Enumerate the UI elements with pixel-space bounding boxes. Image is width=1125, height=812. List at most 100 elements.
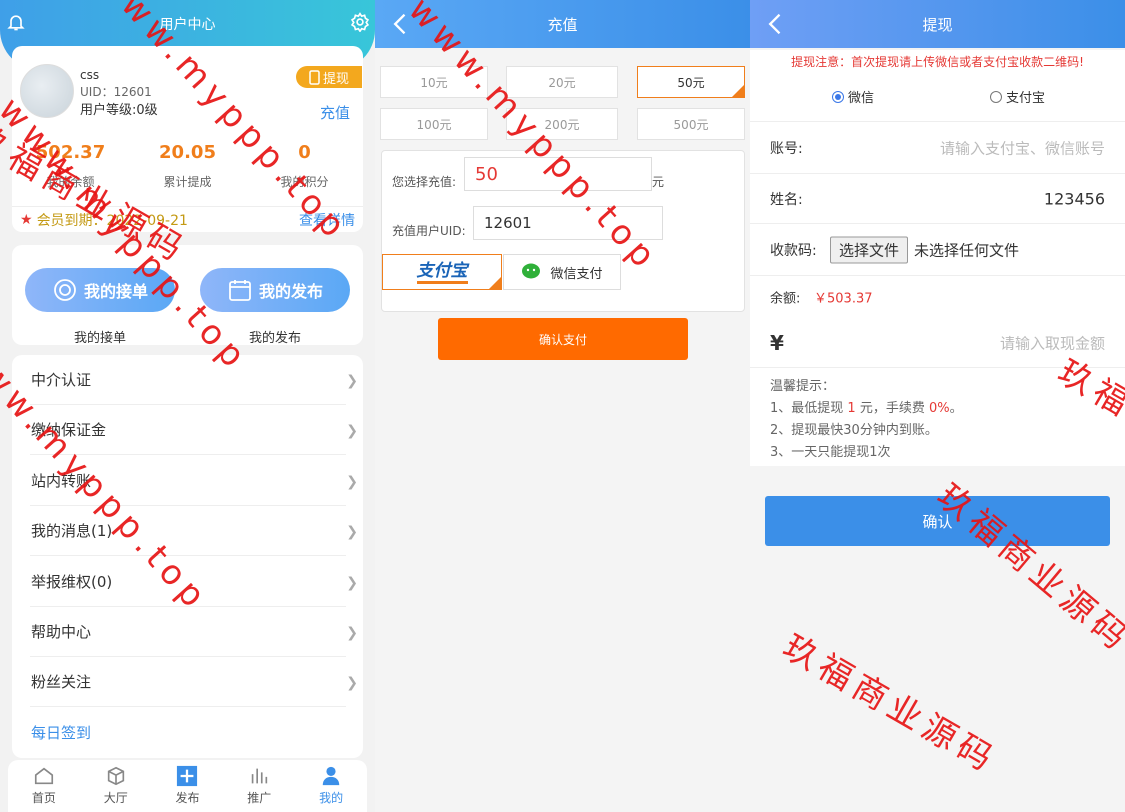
stat-commission[interactable]: 20.05 累计提成: [129, 142, 246, 190]
chevron-right-icon: ❯: [346, 625, 358, 641]
plus-icon: [177, 765, 198, 787]
withdraw-panel: 提现 提现注意：首次提现请上传微信或者支付宝收款二维码! 微信 支付宝 账号: …: [750, 0, 1125, 812]
amount-input[interactable]: 50: [464, 157, 652, 191]
alipay-logo: 支付宝: [416, 261, 468, 284]
tip-item: 2、提现最快30分钟内到账。: [770, 423, 938, 438]
my-posts-label: 我的发布: [248, 331, 301, 346]
tab-label: 首页: [31, 791, 56, 805]
menu-item-label: 中介认证: [31, 371, 92, 389]
amount-option[interactable]: 20元: [506, 66, 618, 98]
stat-balance[interactable]: 502.37 我的余额: [12, 142, 129, 190]
confirm-withdraw-button[interactable]: 确认: [765, 496, 1110, 546]
chevron-right-icon: ❯: [346, 474, 358, 490]
withdraw-button[interactable]: 提现: [296, 66, 362, 88]
withdraw-header: 提现: [750, 0, 1125, 48]
menu-item-transfer[interactable]: 站内转账 ❯: [30, 456, 358, 506]
tab-promote[interactable]: 推广: [223, 760, 295, 812]
uid-input[interactable]: 12601: [473, 206, 663, 240]
user-center-panel: 用户中心 css UID：12601 用户等级:0级 提现 充值 502.37 我…: [0, 0, 375, 812]
tab-mine[interactable]: 我的: [295, 760, 367, 812]
chevron-right-icon: ❯: [346, 373, 358, 389]
back-arrow-icon[interactable]: [762, 10, 790, 38]
gear-icon[interactable]: [350, 12, 370, 32]
recharge-form: 您选择充值: 50 元 充值用户UID: 12601 支付宝 微信支付: [381, 150, 745, 312]
account-input[interactable]: 请输入支付宝、微信账号: [940, 137, 1105, 158]
avatar[interactable]: [20, 64, 74, 118]
amount-option[interactable]: 200元: [506, 108, 618, 140]
wechat-icon: [522, 263, 541, 279]
my-orders-button[interactable]: 我的接单: [25, 268, 175, 312]
chevron-right-icon: ❯: [346, 423, 358, 439]
method-radios: 微信 支付宝: [750, 72, 1125, 122]
recharge-link[interactable]: 充值: [320, 102, 350, 123]
wechat-pay-label: 微信支付: [550, 266, 603, 282]
bar-chart-icon: [252, 768, 268, 784]
balance-row: 余额: ￥503.37: [750, 276, 1125, 318]
stat-points[interactable]: 0 我的积分: [246, 142, 363, 190]
tab-home[interactable]: 首页: [8, 760, 80, 812]
amount-option-selected[interactable]: 50元: [637, 66, 745, 98]
name-input[interactable]: 123456: [1044, 189, 1105, 208]
name-label: 姓名:: [770, 191, 803, 208]
orders-card: 我的接单 我的接单 我的发布 我的发布: [12, 245, 363, 346]
withdraw-amount-input[interactable]: 请输入取现金额: [1000, 332, 1105, 353]
view-details-link[interactable]: 查看详情: [299, 210, 355, 230]
tip-min-amount: 1: [847, 401, 856, 416]
file-status: 未选择任何文件: [914, 241, 1020, 259]
menu-item-report[interactable]: 举报维权(0) ❯: [30, 557, 358, 607]
menu-item-agent-cert[interactable]: 中介认证 ❯: [30, 355, 358, 405]
menu-item-checkin[interactable]: 每日签到: [30, 707, 346, 757]
withdraw-button-label: 提现: [322, 71, 349, 87]
radio-dot: [832, 90, 844, 103]
tab-label: 大厅: [103, 791, 128, 805]
vip-expiry: 会员到期：2022-09-21: [36, 212, 188, 229]
menu-list: 中介认证 ❯ 缴纳保证金 ❯ 站内转账 ❯ 我的消息(1) ❯ 举报维权(0) ❯ 帮助中…: [12, 355, 363, 758]
vip-row: ★ 会员到期：2022-09-21 查看详情: [12, 206, 363, 232]
tips-box: 温馨提示： 1、最低提现 1 元，手续费 0%。 2、提现最快30分钟内到账。 …: [750, 368, 1125, 466]
radio-wechat[interactable]: 微信: [832, 87, 874, 106]
menu-item-help[interactable]: 帮助中心 ❯: [30, 607, 358, 657]
tab-label: 我的: [319, 791, 344, 805]
account-label: 账号:: [770, 140, 803, 157]
menu-item-label: 每日签到: [31, 723, 92, 742]
radio-label: 微信: [848, 91, 875, 106]
tip-item: 3、一天只能提现1次: [770, 445, 891, 460]
stats-row: 502.37 我的余额 20.05 累计提成 0 我的积分: [12, 142, 363, 190]
stat-label: 我的余额: [46, 175, 95, 189]
page-title: 提现: [922, 15, 953, 34]
confirm-pay-button[interactable]: 确认支付: [438, 318, 688, 360]
menu-item-fans[interactable]: 粉丝关注 ❯: [30, 657, 358, 707]
amount-option[interactable]: 100元: [380, 108, 488, 140]
amount-option[interactable]: 10元: [380, 66, 488, 98]
uid-label: 充值用户UID:: [392, 224, 466, 238]
alipay-option[interactable]: 支付宝: [382, 254, 502, 290]
choose-file-button[interactable]: 选择文件: [830, 236, 909, 263]
qrcode-row: 收款码: 选择文件 未选择任何文件: [750, 224, 1125, 276]
badge-icon: [54, 279, 76, 301]
chevron-right-icon: ❯: [346, 575, 358, 591]
amount-option[interactable]: 500元: [637, 108, 745, 140]
bottom-tab-bar: 首页 大厅 发布 推广 我的: [8, 760, 367, 812]
tab-label: 发布: [175, 791, 200, 805]
chevron-right-icon: ❯: [346, 524, 358, 540]
amount-row: ¥ 请输入取现金额: [750, 318, 1125, 368]
tip-item: 1、最低提现 1 元，手续费 0%。: [770, 398, 1105, 420]
my-posts-button[interactable]: 我的发布: [200, 268, 350, 312]
menu-item-messages[interactable]: 我的消息(1) ❯: [30, 506, 358, 556]
tip-text: 元，手续费: [859, 401, 925, 416]
star-icon: ★: [20, 211, 33, 228]
tab-publish[interactable]: 发布: [152, 760, 224, 812]
menu-item-label: 帮助中心: [31, 623, 92, 641]
wechat-pay-option[interactable]: 微信支付: [503, 254, 621, 290]
balance-label: 余额:: [770, 291, 801, 307]
balance-value: ￥503.37: [814, 291, 873, 307]
qrcode-label: 收款码:: [770, 242, 817, 259]
my-orders-label: 我的接单: [73, 331, 126, 346]
back-arrow-icon[interactable]: [387, 10, 415, 38]
name-row: 姓名: 123456: [750, 174, 1125, 224]
radio-alipay[interactable]: 支付宝: [990, 87, 1045, 106]
recharge-panel: 充值 10元 20元 50元 100元 200元 500元 您选择充值: 50 …: [375, 0, 750, 812]
menu-item-deposit[interactable]: 缴纳保证金 ❯: [30, 405, 358, 455]
recharge-header: 充值: [375, 0, 750, 48]
tab-hall[interactable]: 大厅: [80, 760, 152, 812]
